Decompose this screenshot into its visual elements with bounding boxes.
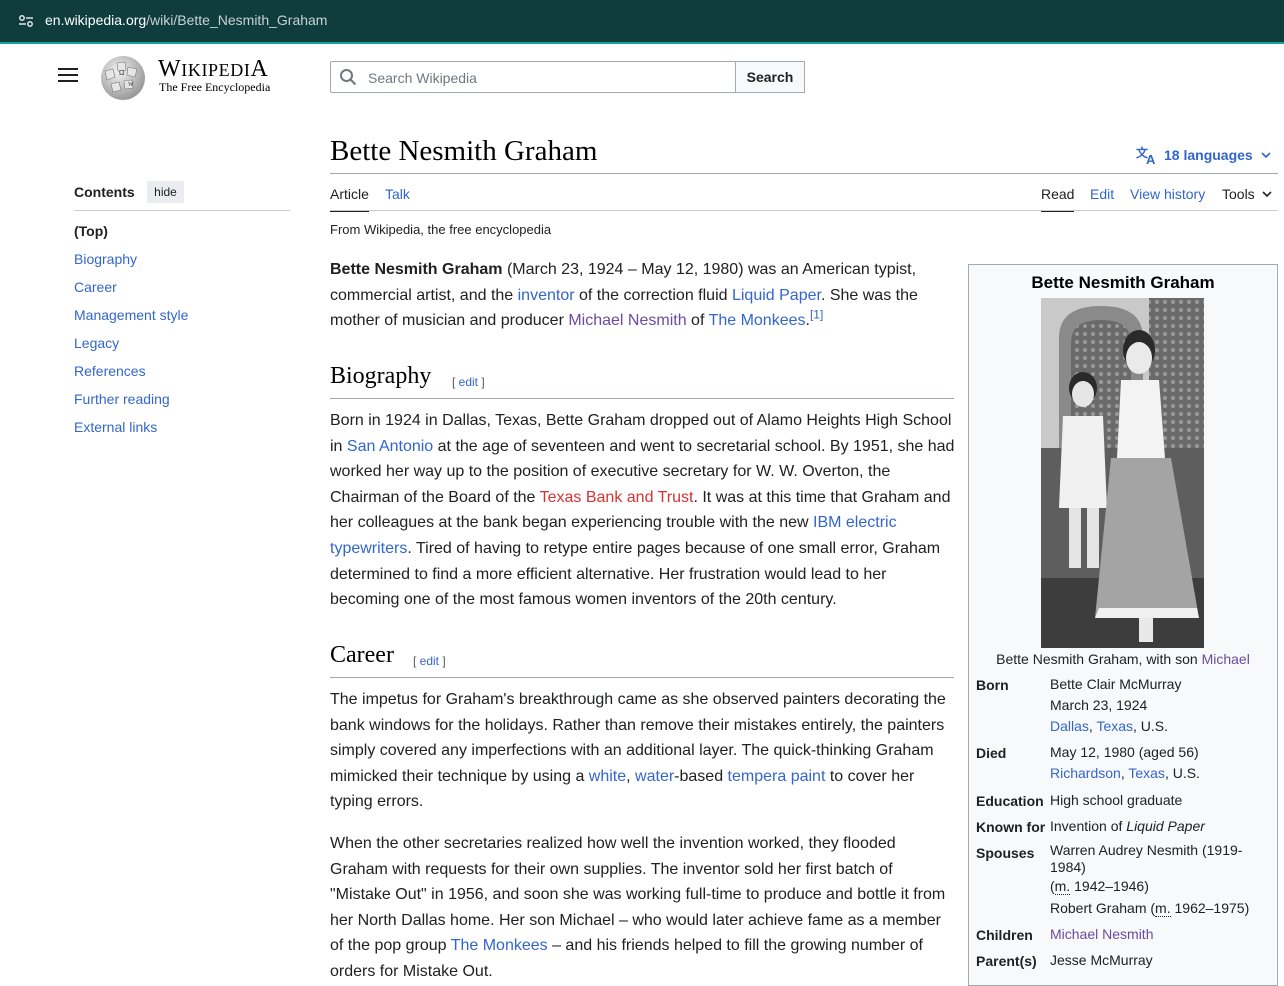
infobox: Bette Nesmith Graham Bette Nesmith Graha… [968, 264, 1278, 986]
parents-label: Parent(s) [976, 953, 1037, 969]
infobox-photo[interactable] [1041, 298, 1204, 648]
link-san-antonio[interactable]: San Antonio [347, 438, 433, 455]
heading-biography: Biography [330, 363, 432, 389]
search-icon [340, 69, 357, 86]
title-divider [330, 173, 1278, 174]
education-label: Education [976, 793, 1044, 809]
link-children-michael-nesmith[interactable]: Michael Nesmith [1050, 926, 1153, 942]
browser-address-bar[interactable]: en.wikipedia.org/wiki/Bette_Nesmith_Grah… [0, 0, 1284, 44]
link-the-monkees[interactable]: The Monkees [709, 312, 806, 329]
toc-divider [74, 210, 290, 211]
toc-item-career[interactable]: Career [74, 279, 117, 295]
search-input[interactable] [366, 62, 730, 94]
parents-value: Jesse McMurray [1050, 952, 1153, 968]
toc-item-further-reading[interactable]: Further reading [74, 391, 170, 407]
link-liquid-paper[interactable]: Liquid Paper [732, 287, 821, 304]
died-label: Died [976, 745, 1007, 761]
heading-career: Career [330, 642, 394, 668]
heading-biography-rule [330, 398, 954, 399]
link-michael-nesmith[interactable]: Michael Nesmith [568, 312, 686, 329]
lead-paragraph: Bette Nesmith Graham (March 23, 1924 – M… [330, 261, 918, 330]
toc-item-management-style[interactable]: Management style [74, 307, 188, 323]
site-sub: From Wikipedia, the free encyclopedia [330, 222, 552, 237]
search-button[interactable]: Search [735, 61, 805, 93]
toc-item-references[interactable]: References [74, 363, 146, 379]
toc-title: Contents [74, 184, 135, 200]
born-label: Born [976, 677, 1009, 693]
address-url[interactable]: en.wikipedia.org/wiki/Bette_Nesmith_Grah… [45, 12, 327, 28]
wikipedia-wordmark[interactable]: WIKIPEDIA [158, 56, 268, 83]
tab-article[interactable]: Article [330, 186, 369, 212]
tools-label: Tools [1222, 186, 1255, 202]
infobox-caption: Bette Nesmith Graham, with son Michael [996, 651, 1250, 667]
link-caption-michael[interactable]: Michael [1202, 651, 1250, 667]
link-water[interactable]: water [635, 768, 674, 785]
toc-item-top[interactable]: (Top) [74, 223, 108, 239]
language-icon: 文 A [1136, 145, 1156, 165]
link-texas-bank-and-trust[interactable]: Texas Bank and Trust [540, 489, 694, 506]
tabs-divider [330, 210, 1278, 211]
url-path: /wiki/Bette_Nesmith_Graham [146, 12, 328, 28]
reference-1[interactable]: [1] [810, 308, 823, 322]
chevron-down-icon [1261, 152, 1271, 159]
svg-text:A: A [1146, 152, 1156, 165]
link-white[interactable]: white [589, 768, 626, 785]
link-texas-2[interactable]: Texas [1128, 765, 1165, 781]
page-title: Bette Nesmith Graham [330, 135, 598, 167]
link-texas[interactable]: Texas [1096, 718, 1133, 734]
toc-item-biography[interactable]: Biography [74, 251, 137, 267]
svg-text:W: W [128, 82, 134, 88]
menu-icon [58, 68, 78, 70]
known-for-label: Known for [976, 819, 1046, 835]
link-dallas[interactable]: Dallas [1050, 718, 1089, 734]
toc-item-legacy[interactable]: Legacy [74, 335, 119, 351]
infobox-title: Bette Nesmith Graham [1031, 273, 1215, 292]
spouses-label: Spouses [976, 845, 1035, 861]
spouses-value: Warren Audrey Nesmith (1919-1984) (m. 19… [1050, 842, 1250, 917]
known-for-value: Invention of Liquid Paper [1050, 818, 1205, 834]
wikipedia-globe-logo[interactable]: Ω W [97, 53, 149, 101]
language-selector[interactable]: 文 A 18 languages [1136, 145, 1273, 165]
born-value: Bette Clair McMurray March 23, 1924 Dall… [1050, 676, 1182, 734]
search-form[interactable] [330, 61, 736, 94]
subject-name: Bette Nesmith Graham [330, 261, 503, 278]
died-value: May 12, 1980 (aged 56) Richardson, Texas… [1050, 744, 1200, 781]
link-inventor[interactable]: inventor [518, 287, 575, 304]
education-value: High school graduate [1050, 792, 1183, 808]
edit-career-link[interactable]: [ edit ] [413, 654, 446, 668]
link-richardson[interactable]: Richardson [1050, 765, 1121, 781]
career-paragraph-1: The impetus for Graham's breakthrough ca… [330, 691, 946, 811]
heading-career-rule [330, 677, 954, 678]
tools-menu[interactable]: Tools [1222, 186, 1273, 202]
url-host: en.wikipedia.org [45, 12, 147, 28]
link-tempera-paint[interactable]: tempera paint [728, 768, 826, 785]
children-value: Michael Nesmith [1050, 924, 1270, 945]
wikipedia-tagline: The Free Encyclopedia [159, 80, 271, 94]
language-count: 18 languages [1164, 147, 1253, 163]
photo-illustration [1041, 298, 1204, 648]
svg-text:Ω: Ω [119, 69, 124, 77]
children-label: Children [976, 927, 1033, 943]
main-menu-button[interactable] [58, 68, 78, 86]
site-settings-icon[interactable] [16, 11, 36, 31]
edit-biography-link[interactable]: [ edit ] [452, 375, 485, 389]
link-the-monkees-2[interactable]: The Monkees [451, 937, 548, 954]
biography-paragraph: Born in 1924 in Dallas, Texas, Bette Gra… [330, 412, 955, 609]
toc-hide-button[interactable]: hide [147, 181, 184, 203]
chevron-down-icon [1262, 191, 1272, 198]
toc-item-external-links[interactable]: External links [74, 419, 157, 435]
tab-read[interactable]: Read [1041, 186, 1075, 212]
tab-view-history[interactable]: View history [1130, 186, 1205, 202]
tab-talk[interactable]: Talk [385, 186, 410, 202]
tab-edit[interactable]: Edit [1090, 186, 1114, 202]
career-paragraph-2: When the other secretaries realized how … [330, 835, 946, 980]
